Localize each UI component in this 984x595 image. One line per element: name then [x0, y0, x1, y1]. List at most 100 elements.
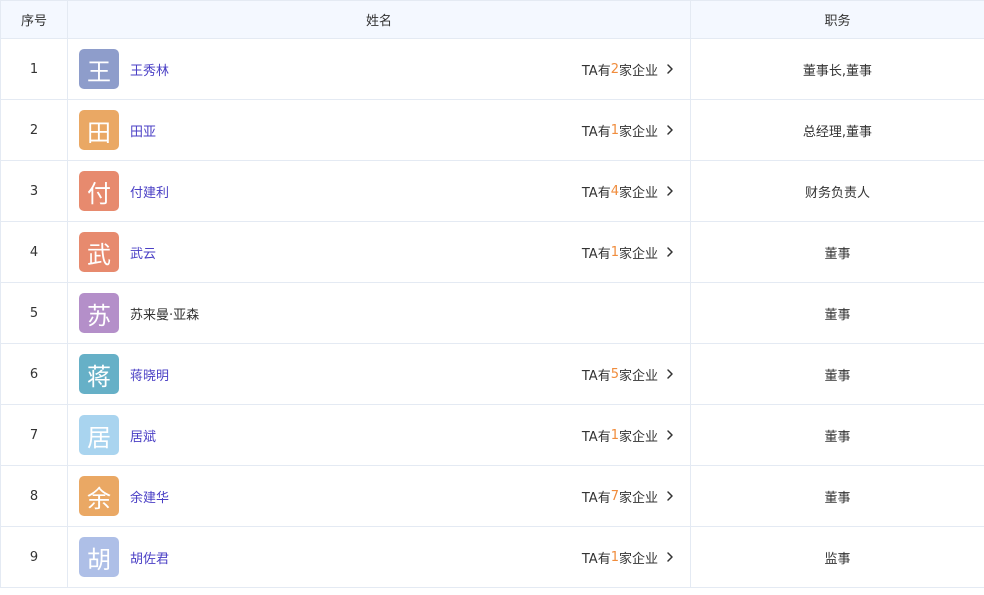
related-companies-link[interactable]: TA有 1 家企业 — [582, 243, 676, 262]
company-suffix: 家企业 — [618, 490, 658, 506]
name-cell: 王王秀林 TA有 2 家企业 — [68, 39, 691, 99]
company-count: 1 — [610, 244, 619, 260]
avatar: 余 — [79, 476, 119, 516]
person-name-link[interactable]: 付建利 — [130, 182, 169, 201]
table-row: 9 胡胡佐君 TA有 1 家企业 监事 — [1, 527, 984, 588]
role-cell: 董事 — [824, 307, 851, 323]
name-cell: 居居斌 TA有 1 家企业 — [68, 405, 691, 465]
company-prefix: TA有 — [581, 551, 611, 567]
table-row: 2 田田亚 TA有 1 家企业 总经理,董事 — [1, 100, 984, 161]
avatar: 付 — [79, 171, 119, 211]
related-companies-link[interactable]: TA有 2 家企业 — [582, 60, 676, 79]
avatar: 苏 — [79, 293, 119, 333]
company-count: 1 — [610, 427, 619, 443]
company-prefix: TA有 — [581, 63, 611, 79]
role-cell: 总经理,董事 — [802, 124, 873, 140]
chevron-right-icon — [664, 185, 676, 197]
avatar: 蒋 — [79, 354, 119, 394]
row-index: 1 — [1, 39, 68, 99]
name-cell: 余余建华 TA有 7 家企业 — [68, 466, 691, 526]
person-name-link: 苏来曼·亚森 — [130, 307, 200, 323]
header-index: 序号 — [1, 1, 68, 38]
company-prefix: TA有 — [581, 185, 611, 201]
role-cell: 董事 — [824, 246, 851, 262]
company-prefix: TA有 — [581, 124, 611, 140]
table-header: 序号 姓名 职务 — [1, 0, 984, 39]
person-name-link[interactable]: 胡佐君 — [130, 548, 169, 567]
table-row: 8 余余建华 TA有 7 家企业 董事 — [1, 466, 984, 527]
company-suffix: 家企业 — [618, 246, 658, 262]
avatar: 武 — [79, 232, 119, 272]
company-count: 7 — [610, 488, 619, 504]
related-companies-link[interactable]: TA有 5 家企业 — [582, 365, 676, 384]
person-name-link[interactable]: 蒋晓明 — [130, 365, 169, 384]
company-prefix: TA有 — [581, 368, 611, 384]
chevron-right-icon — [664, 551, 676, 563]
chevron-right-icon — [664, 490, 676, 502]
name-cell: 苏苏来曼·亚森 — [68, 283, 691, 343]
company-suffix: 家企业 — [618, 429, 658, 445]
person-name-link[interactable]: 居斌 — [130, 426, 156, 445]
row-index: 3 — [1, 161, 68, 221]
chevron-right-icon — [664, 429, 676, 441]
role-cell: 董事 — [824, 490, 851, 506]
chevron-right-icon — [664, 368, 676, 380]
row-index: 9 — [1, 527, 68, 587]
related-companies-link[interactable]: TA有 4 家企业 — [582, 182, 676, 201]
name-cell: 蒋蒋晓明 TA有 5 家企业 — [68, 344, 691, 404]
company-prefix: TA有 — [581, 490, 611, 506]
role-cell: 监事 — [824, 551, 851, 567]
name-cell: 付付建利 TA有 4 家企业 — [68, 161, 691, 221]
table-body: 1 王王秀林 TA有 2 家企业 董事长,董事 2 田田亚 TA有 1 家企业 总经理,董事 3 付付建利… — [1, 39, 984, 588]
company-suffix: 家企业 — [618, 63, 658, 79]
related-companies-link[interactable]: TA有 7 家企业 — [582, 487, 676, 506]
company-count: 1 — [610, 549, 619, 565]
table-row: 5 苏苏来曼·亚森 董事 — [1, 283, 984, 344]
role-cell: 董事 — [824, 429, 851, 445]
name-cell: 胡胡佐君 TA有 1 家企业 — [68, 527, 691, 587]
company-prefix: TA有 — [581, 246, 611, 262]
role-cell: 财务负责人 — [804, 185, 870, 201]
company-count: 5 — [610, 366, 619, 382]
role-cell: 董事长,董事 — [802, 63, 873, 79]
row-index: 7 — [1, 405, 68, 465]
chevron-right-icon — [664, 124, 676, 136]
name-cell: 田田亚 TA有 1 家企业 — [68, 100, 691, 160]
related-companies-link[interactable]: TA有 1 家企业 — [582, 426, 676, 445]
company-suffix: 家企业 — [618, 551, 658, 567]
row-index: 4 — [1, 222, 68, 282]
row-index: 5 — [1, 283, 68, 343]
related-companies-link[interactable]: TA有 1 家企业 — [582, 548, 676, 567]
row-index: 8 — [1, 466, 68, 526]
related-companies-link[interactable]: TA有 1 家企业 — [582, 121, 676, 140]
table-row: 6 蒋蒋晓明 TA有 5 家企业 董事 — [1, 344, 984, 405]
avatar: 胡 — [79, 537, 119, 577]
company-count: 4 — [610, 183, 619, 199]
company-count: 1 — [610, 122, 619, 138]
table-row: 4 武武云 TA有 1 家企业 董事 — [1, 222, 984, 283]
row-index: 6 — [1, 344, 68, 404]
table-row: 7 居居斌 TA有 1 家企业 董事 — [1, 405, 984, 466]
person-name-link[interactable]: 田亚 — [130, 121, 156, 140]
person-name-link[interactable]: 王秀林 — [130, 60, 169, 79]
chevron-right-icon — [664, 246, 676, 258]
person-name-link[interactable]: 余建华 — [130, 487, 169, 506]
avatar: 王 — [79, 49, 119, 89]
personnel-table: 序号 姓名 职务 1 王王秀林 TA有 2 家企业 董事长,董事 2 田田亚 TA有 1 家企业 总经… — [0, 0, 984, 588]
table-row: 3 付付建利 TA有 4 家企业 财务负责人 — [1, 161, 984, 222]
avatar: 田 — [79, 110, 119, 150]
company-prefix: TA有 — [581, 429, 611, 445]
name-cell: 武武云 TA有 1 家企业 — [68, 222, 691, 282]
table-row: 1 王王秀林 TA有 2 家企业 董事长,董事 — [1, 39, 984, 100]
avatar: 居 — [79, 415, 119, 455]
row-index: 2 — [1, 100, 68, 160]
person-name-link[interactable]: 武云 — [130, 243, 156, 262]
header-role: 职务 — [824, 14, 851, 29]
company-count: 2 — [610, 61, 619, 77]
company-suffix: 家企业 — [618, 185, 658, 201]
role-cell: 董事 — [824, 368, 851, 384]
chevron-right-icon — [664, 63, 676, 75]
header-name: 姓名 — [68, 1, 691, 38]
company-suffix: 家企业 — [618, 124, 658, 140]
company-suffix: 家企业 — [618, 368, 658, 384]
